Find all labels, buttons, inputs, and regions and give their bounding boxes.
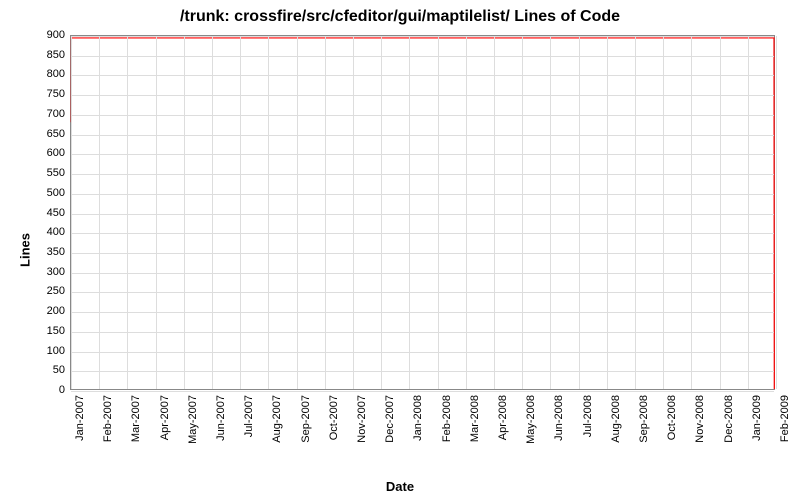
gridline-v	[99, 36, 100, 389]
y-tick-label: 900	[10, 29, 65, 41]
gridline-v	[240, 36, 241, 389]
y-tick-label: 200	[10, 305, 65, 317]
x-tick-label: May-2008	[525, 395, 537, 444]
x-tick-label: Jun-2008	[553, 395, 565, 441]
x-tick-label: Jul-2007	[243, 395, 255, 437]
gridline-v	[663, 36, 664, 389]
gridline-v	[297, 36, 298, 389]
gridline-h	[71, 95, 774, 96]
y-tick-label: 750	[10, 88, 65, 100]
x-tick-label: Oct-2007	[328, 395, 340, 440]
y-tick-label: 150	[10, 325, 65, 337]
gridline-v	[748, 36, 749, 389]
gridline-h	[71, 56, 774, 57]
gridline-h	[71, 312, 774, 313]
gridline-h	[71, 194, 774, 195]
chart-title: /trunk: crossfire/src/cfeditor/gui/mapti…	[0, 0, 800, 26]
gridline-v	[522, 36, 523, 389]
x-tick-label: Apr-2007	[159, 395, 171, 440]
gridline-v	[466, 36, 467, 389]
x-tick-label: Feb-2009	[779, 395, 791, 442]
gridline-v	[409, 36, 410, 389]
gridline-h	[71, 135, 774, 136]
plot-area	[70, 35, 775, 390]
y-tick-label: 450	[10, 207, 65, 219]
x-tick-label: Sep-2008	[638, 395, 650, 443]
y-tick-label: 650	[10, 128, 65, 140]
gridline-v	[635, 36, 636, 389]
gridline-v	[184, 36, 185, 389]
gridline-h	[71, 273, 774, 274]
gridline-v	[438, 36, 439, 389]
gridline-v	[691, 36, 692, 389]
y-tick-label: 700	[10, 108, 65, 120]
gridline-v	[353, 36, 354, 389]
gridline-v	[325, 36, 326, 389]
y-tick-label: 500	[10, 187, 65, 199]
gridline-v	[127, 36, 128, 389]
gridline-h	[71, 75, 774, 76]
y-tick-label: 50	[10, 364, 65, 376]
gridline-v	[550, 36, 551, 389]
line-layer	[71, 36, 774, 389]
x-tick-label: Mar-2007	[130, 395, 142, 442]
x-tick-label: May-2007	[187, 395, 199, 444]
y-tick-label: 250	[10, 285, 65, 297]
x-tick-label: Jan-2007	[74, 395, 86, 441]
x-tick-label: Sep-2007	[300, 395, 312, 443]
y-tick-label: 350	[10, 246, 65, 258]
x-tick-label: Aug-2008	[610, 395, 622, 443]
gridline-h	[71, 154, 774, 155]
gridline-v	[494, 36, 495, 389]
x-tick-label: Oct-2008	[666, 395, 678, 440]
gridline-h	[71, 253, 774, 254]
gridline-h	[71, 174, 774, 175]
gridline-v	[607, 36, 608, 389]
y-tick-label: 850	[10, 49, 65, 61]
gridline-h	[71, 332, 774, 333]
gridline-h	[71, 371, 774, 372]
x-tick-label: Dec-2007	[384, 395, 396, 443]
y-tick-label: 800	[10, 68, 65, 80]
gridline-v	[381, 36, 382, 389]
gridline-h	[71, 292, 774, 293]
y-tick-label: 600	[10, 147, 65, 159]
gridline-v	[776, 36, 777, 389]
gridline-h	[71, 36, 774, 37]
x-axis-label: Date	[386, 479, 414, 494]
gridline-v	[268, 36, 269, 389]
y-tick-label: 0	[10, 384, 65, 396]
gridline-h	[71, 214, 774, 215]
x-tick-label: Apr-2008	[497, 395, 509, 440]
gridline-v	[156, 36, 157, 389]
x-tick-label: Feb-2007	[102, 395, 114, 442]
x-tick-label: Jan-2008	[412, 395, 424, 441]
x-tick-label: Jan-2009	[751, 395, 763, 441]
x-tick-label: Aug-2007	[271, 395, 283, 443]
y-tick-label: 550	[10, 167, 65, 179]
y-tick-label: 400	[10, 226, 65, 238]
x-tick-label: Nov-2008	[694, 395, 706, 443]
x-tick-label: Mar-2008	[469, 395, 481, 442]
y-tick-label: 100	[10, 345, 65, 357]
x-tick-label: Feb-2008	[441, 395, 453, 442]
y-tick-label: 300	[10, 266, 65, 278]
gridline-v	[71, 36, 72, 389]
gridline-v	[720, 36, 721, 389]
gridline-v	[579, 36, 580, 389]
x-tick-label: Nov-2007	[356, 395, 368, 443]
x-tick-label: Jul-2008	[582, 395, 594, 437]
gridline-h	[71, 391, 774, 392]
gridline-v	[212, 36, 213, 389]
gridline-h	[71, 352, 774, 353]
gridline-h	[71, 233, 774, 234]
x-tick-label: Jun-2007	[215, 395, 227, 441]
x-tick-label: Dec-2008	[723, 395, 735, 443]
gridline-h	[71, 115, 774, 116]
chart-container: /trunk: crossfire/src/cfeditor/gui/mapti…	[0, 0, 800, 500]
